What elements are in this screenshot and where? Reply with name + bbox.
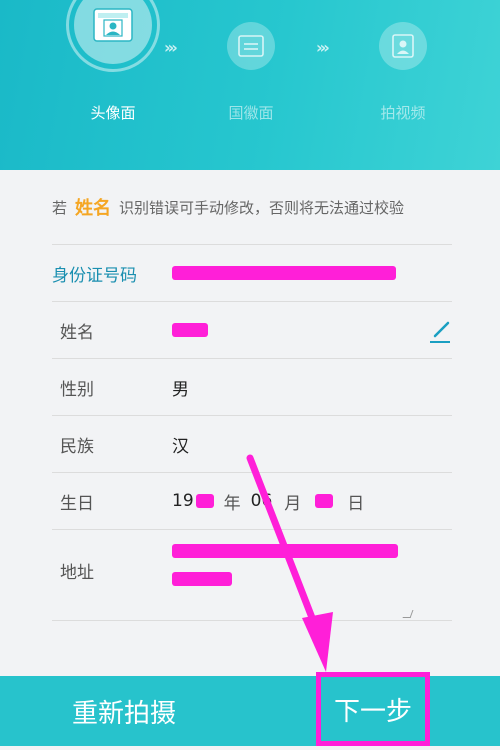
birth-year-prefix[interactable]: 19 [172, 491, 194, 511]
chevron-double-right-icon: ››› [316, 38, 330, 57]
video-portrait-icon [392, 34, 414, 58]
id-number-redacted[interactable] [172, 266, 396, 280]
address-row[interactable]: 地址 [52, 529, 452, 621]
name-row[interactable]: 姓名 [52, 301, 452, 358]
address-textarea[interactable] [172, 544, 398, 586]
birthday-label: 生日 [60, 493, 94, 514]
name-redacted[interactable] [172, 323, 208, 337]
address-line-2-redacted [172, 572, 232, 586]
textarea-resize-handle[interactable] [402, 610, 414, 618]
ethnicity-value[interactable]: 汉 [172, 432, 189, 457]
ethnicity-label: 民族 [60, 436, 94, 457]
step-label: 国徽面 [228, 104, 274, 122]
ethnicity-row[interactable]: 民族 汉 [52, 415, 452, 472]
next-step-button[interactable]: 下一步 [316, 672, 430, 746]
birth-year-redacted[interactable] [195, 494, 214, 508]
birth-month-value[interactable]: 06 [251, 491, 273, 511]
retake-button[interactable]: 重新拍摄 [72, 693, 176, 730]
birthday-row[interactable]: 生日 19 年 06 月 日 [52, 472, 452, 529]
gender-label: 性别 [60, 379, 94, 400]
name-correction-notice: 若 姓名 识别错误可手动修改，否则将无法通过校验 [0, 170, 500, 244]
chevron-double-right-icon: ››› [164, 38, 178, 57]
id-number-label: 身份证号码 [52, 265, 137, 286]
annotation-arrow-head [302, 612, 333, 672]
month-unit: 月 [284, 493, 302, 514]
bottom-action-bar: 重新拍摄 下一步 [0, 672, 500, 746]
gender-row[interactable]: 性别 男 [52, 358, 452, 415]
id-number-row[interactable]: 身份证号码 [52, 244, 452, 301]
notice-text: 识别错误可手动修改，否则将无法通过校验 [119, 198, 405, 217]
day-unit: 日 [347, 493, 365, 514]
address-label: 地址 [60, 563, 94, 583]
id-card-back-icon [238, 35, 264, 57]
next-step-label: 下一步 [333, 696, 412, 727]
address-line-1-redacted [172, 544, 398, 558]
notice-prefix: 若 [52, 198, 68, 217]
gender-value[interactable]: 男 [172, 375, 189, 400]
birth-day-redacted[interactable] [315, 494, 334, 508]
name-label: 姓名 [60, 322, 94, 343]
notice-highlight: 姓名 [75, 198, 112, 219]
id-card-front-icon [93, 8, 133, 42]
year-unit: 年 [223, 493, 241, 514]
id-info-form: 身份证号码 姓名 性别 男 民族 汉 生日 19 年 06 月 日 地址 [52, 244, 452, 621]
step-label: 拍视频 [380, 104, 426, 122]
pencil-edit-icon[interactable] [428, 320, 452, 344]
progress-header: 头像面 ››› 国徽面 ››› 拍视频 [0, 0, 500, 170]
step-label: 头像面 [90, 104, 136, 122]
